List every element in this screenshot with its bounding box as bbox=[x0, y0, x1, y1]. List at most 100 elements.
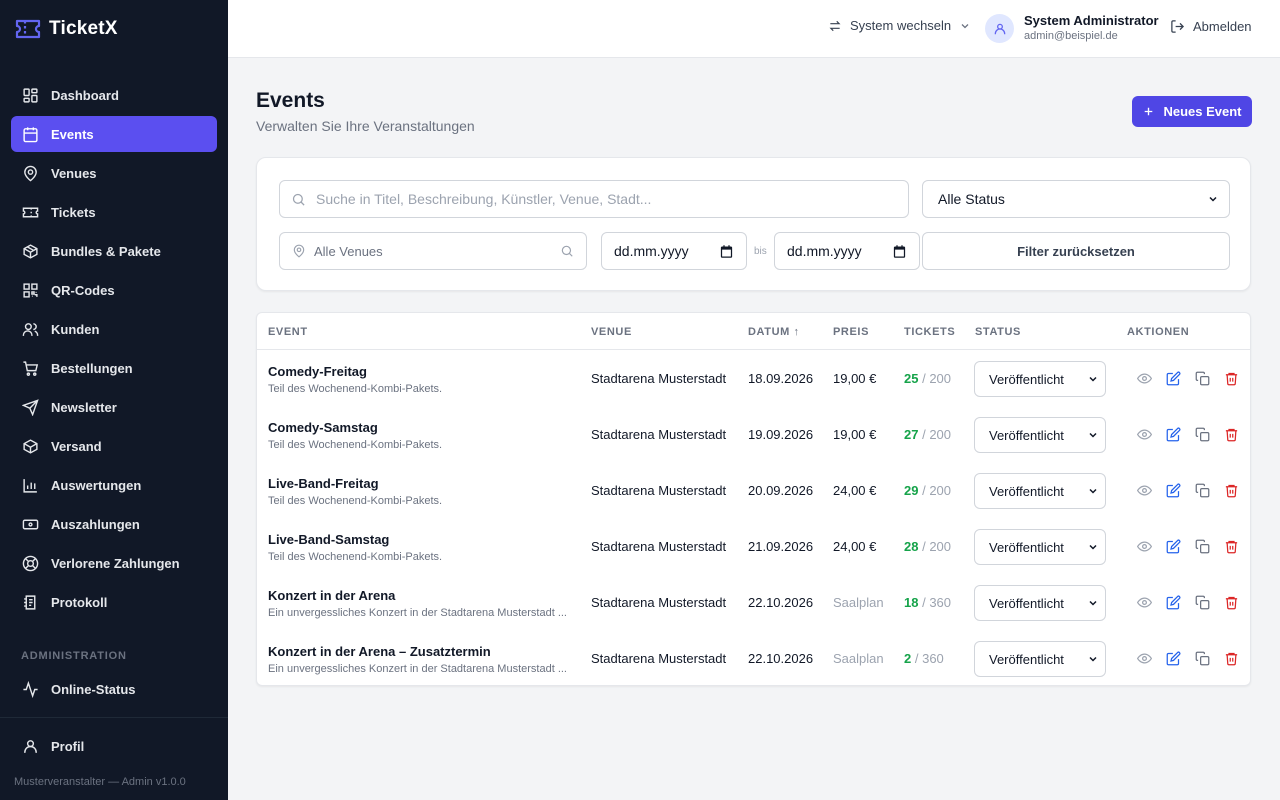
event-title[interactable]: Comedy-Samstag bbox=[268, 420, 442, 435]
duplicate-icon[interactable] bbox=[1195, 371, 1210, 386]
event-title[interactable]: Comedy-Freitag bbox=[268, 364, 442, 379]
sidebar-item-bestellungen[interactable]: Bestellungen bbox=[11, 350, 217, 386]
sidebar-item-online-status[interactable]: Online-Status bbox=[11, 671, 217, 707]
sidebar-item-auswertungen[interactable]: Auswertungen bbox=[11, 467, 217, 503]
chevron-down-icon bbox=[959, 20, 971, 32]
event-title[interactable]: Konzert in der Arena bbox=[268, 588, 567, 603]
sidebar-item-profil[interactable]: Profil bbox=[11, 728, 217, 764]
sidebar-section-heading: ADMINISTRATION bbox=[21, 650, 127, 662]
column-header-date[interactable]: DATUM ↑ bbox=[748, 326, 800, 338]
edit-icon[interactable] bbox=[1166, 427, 1181, 442]
delete-icon[interactable] bbox=[1224, 651, 1239, 666]
view-icon[interactable] bbox=[1137, 539, 1152, 554]
sidebar-item-bundles[interactable]: Bundles & Pakete bbox=[11, 233, 217, 269]
view-icon[interactable] bbox=[1137, 595, 1152, 610]
table-row[interactable]: Konzert in der Arena Ein unvergessliches… bbox=[257, 574, 1250, 630]
event-cell: Live-Band-Samstag Teil des Wochenend-Kom… bbox=[268, 532, 442, 563]
new-event-button[interactable]: Neues Event bbox=[1132, 96, 1252, 127]
logout-button[interactable]: Abmelden bbox=[1170, 19, 1252, 34]
event-title[interactable]: Live-Band-Samstag bbox=[268, 532, 442, 547]
column-header-status[interactable]: STATUS bbox=[975, 326, 1021, 338]
sidebar-item-verlorene-zahlungen[interactable]: Verlorene Zahlungen bbox=[11, 545, 217, 581]
edit-icon[interactable] bbox=[1166, 651, 1181, 666]
event-title[interactable]: Konzert in der Arena – Zusatztermin bbox=[268, 644, 567, 659]
table-row[interactable]: Comedy-Freitag Teil des Wochenend-Kombi-… bbox=[257, 350, 1250, 406]
date-from-input[interactable]: dd.mm.yyyy bbox=[601, 232, 747, 270]
reset-filters-button[interactable]: Filter zurücksetzen bbox=[922, 232, 1230, 270]
user-menu[interactable]: System Administrator admin@beispiel.de bbox=[985, 13, 1159, 44]
tickets-capacity: / 200 bbox=[922, 427, 952, 442]
column-header-venue[interactable]: VENUE bbox=[591, 326, 632, 338]
view-icon[interactable] bbox=[1137, 427, 1152, 442]
search-field[interactable] bbox=[279, 180, 909, 218]
package-icon bbox=[22, 243, 39, 260]
status-select[interactable]: Veröffentlicht bbox=[974, 529, 1106, 565]
duplicate-icon[interactable] bbox=[1195, 539, 1210, 554]
sidebar-item-qr-codes[interactable]: QR-Codes bbox=[11, 272, 217, 308]
chevron-down-icon bbox=[1087, 653, 1099, 665]
edit-icon[interactable] bbox=[1166, 371, 1181, 386]
delete-icon[interactable] bbox=[1224, 483, 1239, 498]
tickets-cell: 25 / 200 bbox=[904, 371, 951, 386]
sidebar-item-label: Tickets bbox=[51, 204, 96, 220]
calendar-icon[interactable] bbox=[719, 244, 734, 259]
sidebar-item-kunden[interactable]: Kunden bbox=[11, 311, 217, 347]
sidebar-item-tickets[interactable]: Tickets bbox=[11, 194, 217, 230]
edit-icon[interactable] bbox=[1166, 539, 1181, 554]
status-select[interactable]: Veröffentlicht bbox=[974, 417, 1106, 453]
event-title[interactable]: Live-Band-Freitag bbox=[268, 476, 442, 491]
table-row[interactable]: Comedy-Samstag Teil des Wochenend-Kombi-… bbox=[257, 406, 1250, 462]
venue-filter-input[interactable]: Alle Venues bbox=[279, 232, 587, 270]
view-icon[interactable] bbox=[1137, 371, 1152, 386]
brand[interactable]: TicketX bbox=[0, 0, 228, 58]
column-header-event[interactable]: EVENT bbox=[268, 326, 308, 338]
delete-icon[interactable] bbox=[1224, 371, 1239, 386]
sidebar-item-venues[interactable]: Venues bbox=[11, 155, 217, 191]
edit-icon[interactable] bbox=[1166, 595, 1181, 610]
date-to-input[interactable]: dd.mm.yyyy bbox=[774, 232, 920, 270]
delete-icon[interactable] bbox=[1224, 595, 1239, 610]
status-filter-select[interactable]: Alle Status bbox=[922, 180, 1230, 218]
search-input[interactable] bbox=[316, 191, 896, 207]
event-description: Ein unvergessliches Konzert in der Stadt… bbox=[268, 607, 567, 619]
status-select[interactable]: Veröffentlicht bbox=[974, 641, 1106, 677]
search-icon bbox=[291, 192, 306, 207]
sidebar-item-versand[interactable]: Versand bbox=[11, 428, 217, 464]
sidebar-item-label: Auszahlungen bbox=[51, 516, 140, 532]
view-icon[interactable] bbox=[1137, 651, 1152, 666]
status-select[interactable]: Veröffentlicht bbox=[974, 361, 1106, 397]
price-cell: 24,00 € bbox=[833, 483, 877, 498]
duplicate-icon[interactable] bbox=[1195, 483, 1210, 498]
new-event-label: Neues Event bbox=[1163, 104, 1242, 119]
sidebar-item-dashboard[interactable]: Dashboard bbox=[11, 77, 217, 113]
table-row[interactable]: Konzert in der Arena – Zusatztermin Ein … bbox=[257, 630, 1250, 685]
status-select[interactable]: Veröffentlicht bbox=[974, 473, 1106, 509]
sidebar-item-newsletter[interactable]: Newsletter bbox=[11, 389, 217, 425]
duplicate-icon[interactable] bbox=[1195, 651, 1210, 666]
duplicate-icon[interactable] bbox=[1195, 595, 1210, 610]
avatar bbox=[985, 14, 1014, 43]
sidebar-item-label: Profil bbox=[51, 738, 85, 754]
column-header-tickets[interactable]: TICKETS bbox=[904, 326, 955, 338]
status-select[interactable]: Veröffentlicht bbox=[974, 585, 1106, 621]
edit-icon[interactable] bbox=[1166, 483, 1181, 498]
events-table: EVENT VENUE DATUM ↑ PREIS TICKETS STATUS… bbox=[256, 312, 1251, 686]
duplicate-icon[interactable] bbox=[1195, 427, 1210, 442]
table-row[interactable]: Live-Band-Samstag Teil des Wochenend-Kom… bbox=[257, 518, 1250, 574]
system-switch-button[interactable]: System wechseln bbox=[828, 18, 971, 33]
column-header-price[interactable]: PREIS bbox=[833, 326, 869, 338]
calendar-icon[interactable] bbox=[892, 244, 907, 259]
sidebar-item-events[interactable]: Events bbox=[11, 116, 217, 152]
delete-icon[interactable] bbox=[1224, 427, 1239, 442]
lifebuoy-icon bbox=[22, 555, 39, 572]
search-icon[interactable] bbox=[560, 244, 574, 258]
sidebar-divider bbox=[0, 717, 228, 718]
delete-icon[interactable] bbox=[1224, 539, 1239, 554]
sidebar-item-auszahlungen[interactable]: Auszahlungen bbox=[11, 506, 217, 542]
view-icon[interactable] bbox=[1137, 483, 1152, 498]
table-row[interactable]: Live-Band-Freitag Teil des Wochenend-Kom… bbox=[257, 462, 1250, 518]
qr-code-icon bbox=[22, 282, 39, 299]
sidebar-item-protokoll[interactable]: Protokoll bbox=[11, 584, 217, 620]
chevron-down-icon bbox=[1087, 373, 1099, 385]
sidebar-item-label: Dashboard bbox=[51, 87, 119, 103]
